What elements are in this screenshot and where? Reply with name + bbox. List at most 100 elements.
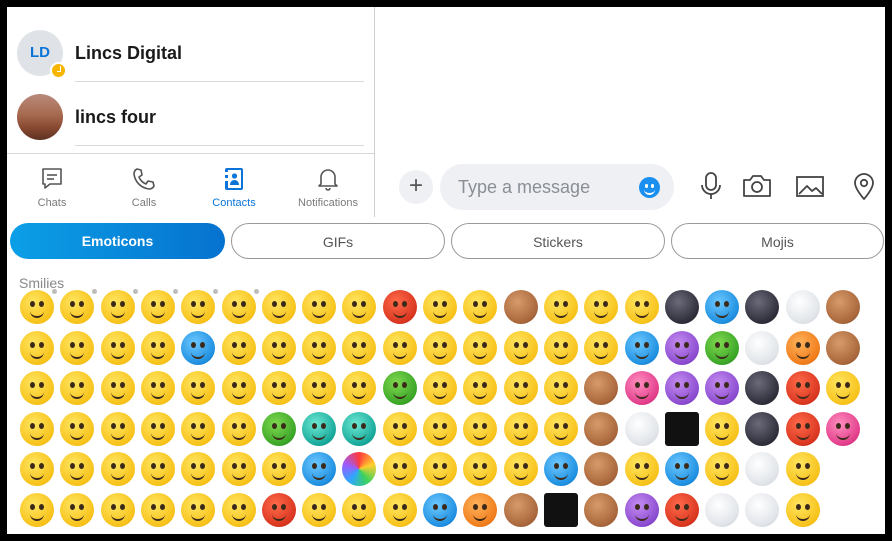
emoticon[interactable] [544,290,578,324]
emoticon[interactable] [181,412,215,446]
emoticon[interactable] [826,290,860,324]
emoticon[interactable] [423,331,457,365]
emoticon[interactable] [665,493,699,527]
emoticon[interactable] [181,371,215,405]
emoticon[interactable] [786,493,820,527]
emoticon[interactable] [504,452,538,486]
emoticon[interactable] [60,331,94,365]
emoticon[interactable] [504,493,538,527]
emoticon[interactable] [786,412,820,446]
emoticon[interactable] [101,452,135,486]
emoticon[interactable] [60,493,94,527]
emoticon[interactable] [463,452,497,486]
emoticon[interactable] [625,493,659,527]
emoji-icon[interactable] [639,177,660,198]
emoticon[interactable] [101,371,135,405]
emoticon[interactable] [60,452,94,486]
emoticon[interactable] [584,412,618,446]
emoticon[interactable] [544,412,578,446]
emoticon[interactable] [423,452,457,486]
emoticon[interactable] [745,331,779,365]
emoticon[interactable] [665,412,699,446]
nav-contacts[interactable]: Contacts [189,154,279,216]
emoticon[interactable] [423,290,457,324]
emoticon[interactable] [342,412,376,446]
emoticon[interactable] [302,412,336,446]
emoticon[interactable] [665,452,699,486]
emoticon[interactable] [302,452,336,486]
emoticon[interactable] [342,331,376,365]
emoticon[interactable] [625,290,659,324]
emoticon[interactable] [826,412,860,446]
emoticon[interactable] [625,452,659,486]
emoticon[interactable] [786,290,820,324]
emoticon[interactable] [705,331,739,365]
emoticon[interactable] [20,452,54,486]
emoticon[interactable] [745,290,779,324]
emoticon[interactable] [101,412,135,446]
emoticon[interactable] [665,331,699,365]
emoticon[interactable] [60,371,94,405]
emoticon[interactable] [383,290,417,324]
emoticon[interactable] [141,331,175,365]
camera-icon[interactable] [741,170,773,202]
emoticon[interactable] [20,289,57,324]
emoticon[interactable] [745,371,779,405]
emoticon[interactable] [584,493,618,527]
emoticon[interactable] [383,452,417,486]
emoticon[interactable] [101,493,135,527]
emoticon[interactable] [262,290,296,324]
emoticon[interactable] [181,331,215,365]
emoticon[interactable] [544,371,578,405]
emoticon[interactable] [141,412,175,446]
emoticon[interactable] [222,371,256,405]
emoticon[interactable] [463,331,497,365]
emoticon[interactable] [20,412,54,446]
emoticon[interactable] [141,452,175,486]
emoticon[interactable] [665,290,699,324]
emoticon[interactable] [584,371,618,405]
emoticon[interactable] [302,331,336,365]
emoticon[interactable] [423,371,457,405]
emoticon[interactable] [584,331,618,365]
emoticon[interactable] [20,331,54,365]
emoticon[interactable] [222,331,256,365]
emoticon[interactable] [181,493,215,527]
emoticon[interactable] [463,371,497,405]
emoticon[interactable] [222,289,259,324]
emoticon[interactable] [705,452,739,486]
emoticon[interactable] [222,412,256,446]
tab-stickers[interactable]: Stickers [451,223,665,259]
emoticon[interactable] [101,289,138,324]
emoticon[interactable] [141,493,175,527]
location-icon[interactable] [848,170,880,202]
emoticon[interactable] [625,371,659,405]
emoticon[interactable] [342,493,376,527]
emoticon[interactable] [463,290,497,324]
emoticon[interactable] [141,289,178,324]
emoticon[interactable] [60,412,94,446]
emoticon[interactable] [342,452,376,486]
emoticon[interactable] [786,331,820,365]
add-button[interactable]: + [399,170,433,204]
nav-chats[interactable]: Chats [7,154,97,216]
emoticon[interactable] [262,371,296,405]
emoticon[interactable] [584,452,618,486]
emoticon[interactable] [504,371,538,405]
emoticon[interactable] [181,289,218,324]
emoticon[interactable] [383,371,417,405]
emoticon[interactable] [423,412,457,446]
message-input[interactable] [458,164,628,210]
contact-item[interactable]: LD Lincs Digital [17,22,364,82]
emoticon[interactable] [423,493,457,527]
emoticon[interactable] [262,412,296,446]
emoticon[interactable] [584,290,618,324]
emoticon[interactable] [745,493,779,527]
tab-mojis[interactable]: Mojis [671,223,884,259]
emoticon[interactable] [262,493,296,527]
nav-notifications[interactable]: Notifications [283,154,373,216]
emoticon[interactable] [463,493,497,527]
emoticon[interactable] [342,290,376,324]
emoticon[interactable] [60,289,97,324]
emoticon[interactable] [302,371,336,405]
